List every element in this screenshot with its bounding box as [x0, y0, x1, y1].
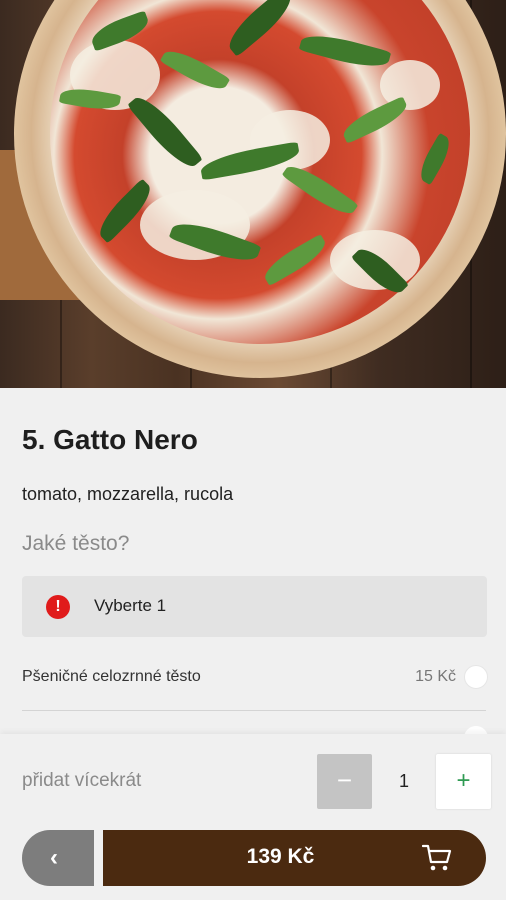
back-button[interactable]: ‹: [22, 830, 94, 886]
product-description: tomato, mozzarella, rucola: [22, 484, 234, 504]
option-row[interactable]: Pšeničné celozrnné těsto 15 Kč: [22, 656, 488, 700]
option-label: Pšeničné celozrnné těsto: [22, 668, 201, 685]
required-selection-notice: ! Vyberte 1: [22, 576, 487, 637]
product-title: 5. Gatto Nero: [22, 424, 198, 455]
option-group-question: Jaké těsto?: [22, 532, 130, 555]
divider: [22, 710, 486, 711]
option-radio[interactable]: [464, 665, 488, 689]
chevron-left-icon: ‹: [50, 844, 58, 871]
decrease-quantity-button[interactable]: −: [317, 754, 372, 809]
product-image: [0, 0, 506, 388]
option-price: 15 Kč: [415, 668, 456, 685]
error-icon: !: [46, 595, 70, 619]
quantity-label: přidat vícekrát: [22, 770, 142, 791]
add-to-cart-button[interactable]: 139 Kč: [103, 830, 486, 886]
total-price: 139 Kč: [246, 845, 315, 868]
bottom-bar: přidat vícekrát − 1 + ‹ 139 Kč: [0, 734, 506, 900]
increase-quantity-button[interactable]: +: [436, 754, 491, 809]
product-details: 5. Gatto Nero tomato, mozzarella, rucola…: [0, 388, 506, 738]
required-selection-text: Vyberte 1: [94, 596, 167, 615]
shopping-cart-icon: [422, 844, 452, 871]
quantity-value: 1: [398, 771, 409, 791]
